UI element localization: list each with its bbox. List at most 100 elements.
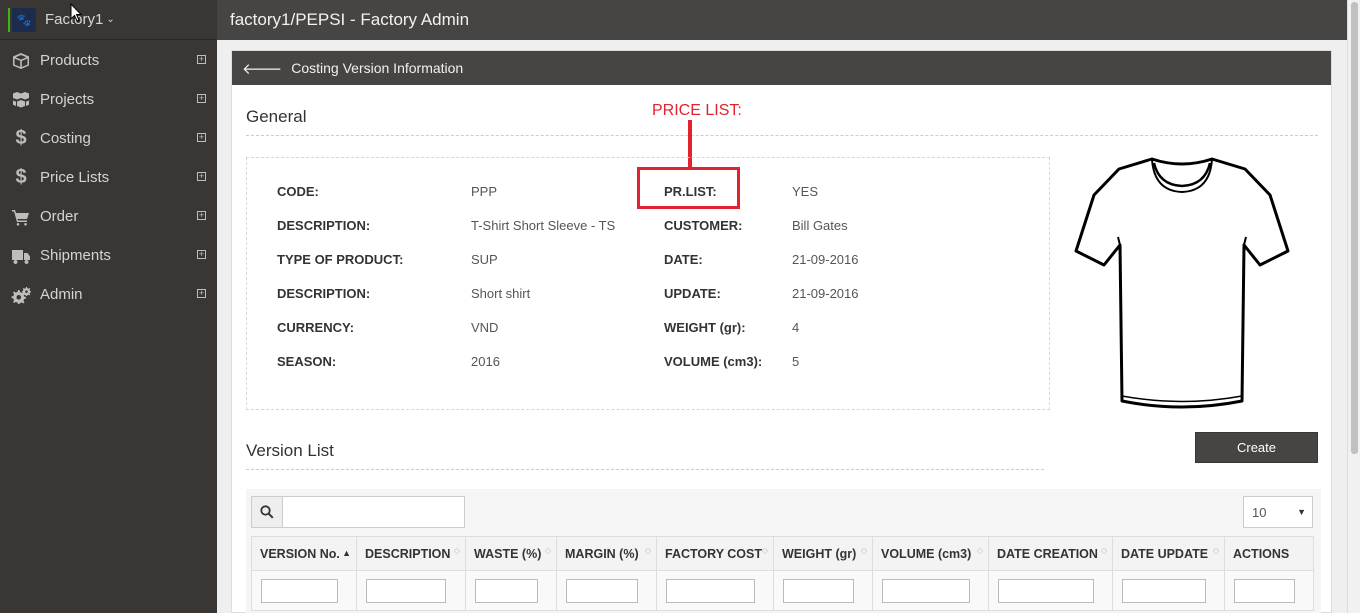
sort-asc-icon[interactable]: ▲ — [342, 549, 351, 558]
sidebar: 🐾 Factory1 ⌄ Products + Projects + $ Cos… — [0, 0, 217, 613]
factory-cost-filter[interactable] — [666, 578, 755, 603]
price-list-label: PR.LIST: — [664, 184, 717, 199]
update-value: 21-09-2016 — [792, 286, 859, 301]
sidebar-item-order[interactable]: Order + — [0, 197, 217, 236]
sidebar-item-projects[interactable]: Projects + — [0, 80, 217, 119]
sort-icon[interactable]: ◇ — [545, 547, 551, 555]
panel-header: 🡐 Costing Version Information — [232, 51, 1331, 85]
column-header[interactable]: VOLUME (cm3) ◇ — [872, 536, 989, 571]
sidebar-item-price-lists[interactable]: $ Price Lists + — [0, 158, 217, 197]
search-icon[interactable] — [251, 496, 283, 528]
type-of-product-value: SUP — [471, 252, 498, 267]
sidebar-item-label: Price Lists — [40, 169, 110, 186]
column-header[interactable]: VERSION No. ▲ — [251, 536, 357, 571]
sort-icon[interactable]: ◇ — [1101, 547, 1107, 555]
brand-switcher[interactable]: 🐾 Factory1 ⌄ — [0, 0, 217, 40]
description-filter[interactable] — [366, 578, 446, 603]
page-size-select[interactable]: 10 ▼ — [1243, 496, 1313, 528]
search-input[interactable] — [283, 496, 465, 528]
description-label: DESCRIPTION: — [277, 218, 371, 233]
sidebar-item-admin[interactable]: Admin + — [0, 275, 217, 314]
sort-icon[interactable]: ◇ — [762, 547, 768, 555]
scrollbar-thumb[interactable] — [1351, 2, 1358, 454]
sidebar-item-label: Costing — [40, 130, 91, 147]
sidebar-item-label: Projects — [40, 91, 95, 108]
expand-icon[interactable]: + — [197, 211, 206, 220]
date-creation-filter[interactable] — [998, 578, 1094, 603]
column-header[interactable]: DESCRIPTION ◇ — [356, 536, 466, 571]
mouse-cursor-icon — [70, 3, 82, 22]
filter-row — [251, 570, 1314, 611]
description-2-label: DESCRIPTION: — [277, 286, 371, 301]
paw-icon: 🐾 — [12, 7, 36, 32]
volume-label: VOLUME (cm3): — [664, 354, 763, 369]
cube-icon — [0, 52, 40, 70]
description-value: T-Shirt Short Sleeve - TS — [471, 218, 616, 233]
create-button[interactable]: Create — [1195, 432, 1318, 463]
general-info-box: CODE: PPP DESCRIPTION: T-Shirt Short Sle… — [246, 157, 1050, 410]
column-header[interactable]: DATE CREATION ◇ — [988, 536, 1113, 571]
type-of-product-label: TYPE OF PRODUCT: — [277, 252, 404, 267]
code-value: PPP — [471, 184, 498, 199]
divider — [246, 135, 1318, 136]
column-header[interactable]: FACTORY COST ◇ — [656, 536, 774, 571]
sidebar-item-shipments[interactable]: Shipments + — [0, 236, 217, 275]
sort-icon[interactable]: ◇ — [861, 547, 867, 555]
caret-down-icon: ▼ — [1297, 507, 1306, 517]
sort-icon[interactable]: ◇ — [645, 547, 651, 555]
season-value: 2016 — [471, 354, 500, 369]
arrow-left-icon[interactable]: 🡐 — [242, 59, 282, 78]
currency-label: CURRENCY: — [277, 320, 355, 335]
date-update-filter[interactable] — [1122, 578, 1206, 603]
currency-value: VND — [471, 320, 499, 335]
column-header[interactable]: WEIGHT (gr) ◇ — [773, 536, 873, 571]
panel-title: Costing Version Information — [291, 60, 464, 76]
version-no-filter[interactable] — [261, 578, 338, 603]
waste-filter[interactable] — [475, 578, 538, 603]
top-bar: factory1/PEPSI - Factory Admin — [217, 0, 1347, 40]
expand-icon[interactable]: + — [197, 250, 206, 259]
expand-icon[interactable]: + — [197, 55, 206, 64]
search-group — [251, 496, 465, 528]
truck-icon — [0, 247, 40, 265]
expand-icon[interactable]: + — [197, 133, 206, 142]
actions-filter[interactable] — [1234, 578, 1295, 603]
weight-filter[interactable] — [783, 578, 854, 603]
sidebar-item-label: Products — [40, 52, 100, 69]
page-title: factory1/PEPSI - Factory Admin — [230, 10, 470, 29]
expand-icon[interactable]: + — [197, 289, 206, 298]
annotation-label: PRICE LIST: — [652, 102, 742, 119]
cubes-icon — [0, 91, 40, 109]
gears-icon — [0, 286, 40, 304]
expand-icon[interactable]: + — [197, 172, 206, 181]
sort-icon[interactable]: ◇ — [454, 547, 460, 555]
chevron-down-icon[interactable]: ⌄ — [106, 14, 114, 25]
column-header[interactable]: DATE UPDATE ◇ — [1112, 536, 1225, 571]
sidebar-item-costing[interactable]: $ Costing + — [0, 119, 217, 158]
sidebar-item-label: Admin — [40, 286, 83, 303]
sort-icon[interactable]: ◇ — [977, 547, 983, 555]
product-image — [1074, 157, 1290, 409]
customer-value: Bill Gates — [792, 218, 848, 233]
column-header[interactable]: MARGIN (%) ◇ — [556, 536, 657, 571]
vertical-scrollbar[interactable] — [1347, 0, 1360, 613]
column-header[interactable]: WASTE (%) ◇ — [465, 536, 557, 571]
brand-stripe — [8, 7, 10, 32]
margin-filter[interactable] — [566, 578, 638, 603]
sidebar-item-products[interactable]: Products + — [0, 41, 217, 80]
column-header: ACTIONS — [1224, 536, 1314, 571]
volume-filter[interactable] — [882, 578, 970, 603]
sidebar-item-label: Shipments — [40, 247, 111, 264]
sort-icon[interactable]: ◇ — [1213, 547, 1219, 555]
customer-label: CUSTOMER: — [664, 218, 743, 233]
dollar-icon: $ — [15, 127, 27, 149]
volume-value: 5 — [792, 354, 800, 369]
season-label: SEASON: — [277, 354, 337, 369]
costing-version-panel: 🡐 Costing Version Information General PR… — [231, 50, 1332, 613]
expand-icon[interactable]: + — [197, 94, 206, 103]
version-list-title: Version List — [246, 441, 334, 460]
version-table-area: 10 ▼ VERSION No. ▲ DESCRIPTION ◇ WASTE (%)… — [246, 489, 1321, 613]
weight-value: 4 — [792, 320, 800, 335]
weight-label: WEIGHT (gr): — [664, 320, 746, 335]
update-label: UPDATE: — [664, 286, 721, 301]
